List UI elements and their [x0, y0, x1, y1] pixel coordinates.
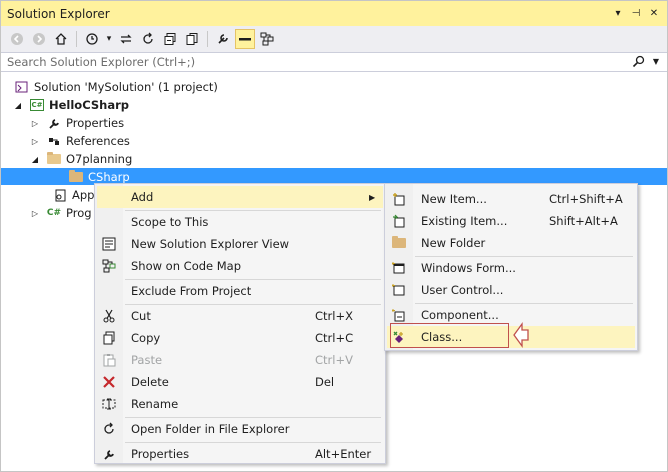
- menu-item-add[interactable]: Add ▶: [97, 186, 383, 208]
- properties-icon[interactable]: [213, 29, 233, 49]
- close-icon[interactable]: ✕: [647, 5, 661, 21]
- search-box: ▼: [1, 52, 667, 72]
- menu-item-new-item[interactable]: New Item... Ctrl+Shift+A: [387, 188, 635, 210]
- component-icon: [390, 306, 408, 324]
- tree-label: App: [72, 188, 95, 202]
- new-folder-icon: [390, 234, 408, 252]
- folder-open-icon: [46, 152, 62, 166]
- config-file-icon: [52, 188, 68, 202]
- back-icon[interactable]: [7, 29, 27, 49]
- menu-item-new-solution-explorer-view[interactable]: New Solution Explorer View: [97, 233, 383, 255]
- pin-icon[interactable]: ⊣: [629, 5, 643, 21]
- rename-icon: [100, 395, 118, 413]
- toolbar-separator: [207, 31, 208, 47]
- class-highlight-box: [390, 323, 509, 348]
- folder-icon: [68, 170, 84, 184]
- collapsed-arrow-icon[interactable]: ▷: [30, 119, 40, 128]
- tree-item-project[interactable]: ◢ C# HelloCSharp: [13, 96, 129, 114]
- search-icon[interactable]: [632, 55, 645, 71]
- sync-icon[interactable]: [116, 29, 136, 49]
- menu-item-existing-item[interactable]: Existing Item... Shift+Alt+A: [387, 210, 635, 232]
- paste-icon: [100, 351, 118, 369]
- collapsed-arrow-icon[interactable]: ▷: [30, 137, 40, 146]
- refresh-icon[interactable]: [138, 29, 158, 49]
- windows-form-icon: [390, 259, 408, 277]
- menu-item-cut[interactable]: Cut Ctrl+X: [97, 305, 383, 327]
- menu-item-user-control[interactable]: User Control...: [387, 279, 635, 301]
- preview-icon[interactable]: [235, 29, 255, 49]
- new-view-icon: [100, 235, 118, 253]
- expanded-arrow-icon[interactable]: ◢: [30, 155, 40, 164]
- menu-item-copy[interactable]: Copy Ctrl+C: [97, 327, 383, 349]
- open-folder-icon: [100, 420, 118, 438]
- show-all-files-icon[interactable]: [182, 29, 202, 49]
- existing-item-icon: [390, 212, 408, 230]
- menu-item-paste[interactable]: Paste Ctrl+V: [97, 349, 383, 371]
- chevron-down-icon[interactable]: ▾: [104, 29, 114, 49]
- tree-label: Properties: [66, 116, 125, 130]
- references-icon: [46, 134, 62, 148]
- csharp-file-icon: C#: [46, 208, 62, 218]
- tree-item-references[interactable]: ▷ References: [30, 132, 130, 150]
- menu-item-scope-to-this[interactable]: Scope to This: [97, 211, 383, 233]
- wrench-icon: [46, 116, 62, 130]
- class-diagram-icon[interactable]: [257, 29, 277, 49]
- menu-item-open-folder[interactable]: Open Folder in File Explorer: [97, 418, 383, 440]
- menu-item-properties[interactable]: Properties Alt+Enter: [97, 443, 383, 465]
- user-control-icon: [390, 281, 408, 299]
- tree-item-o7planning[interactable]: ◢ O7planning: [30, 150, 132, 168]
- search-options-icon[interactable]: ▼: [653, 57, 659, 66]
- search-input[interactable]: [7, 55, 627, 69]
- copy-icon: [100, 329, 118, 347]
- delete-icon: [100, 373, 118, 391]
- menu-item-delete[interactable]: Delete Del: [97, 371, 383, 393]
- tree-label: CSharp: [88, 170, 130, 184]
- menu-item-exclude-from-project[interactable]: Exclude From Project: [97, 280, 383, 302]
- code-map-icon: [100, 257, 118, 275]
- context-menu: Add ▶ Scope to This New Solution Explore…: [94, 183, 386, 464]
- menu-item-rename[interactable]: Rename: [97, 393, 383, 415]
- tree-item-properties[interactable]: ▷ Properties: [30, 114, 124, 132]
- tree-label: Prog: [66, 206, 92, 220]
- tree-item-app[interactable]: App: [52, 186, 94, 204]
- menu-item-show-on-code-map[interactable]: Show on Code Map: [97, 255, 383, 277]
- tree-label: HelloCSharp: [49, 98, 129, 112]
- tree-item-program[interactable]: ▷ C# Prog: [30, 204, 92, 222]
- wrench-icon: [100, 445, 118, 463]
- expanded-arrow-icon[interactable]: ◢: [13, 101, 23, 110]
- tree-label: Solution 'MySolution' (1 project): [34, 80, 218, 94]
- csharp-project-icon: C#: [30, 99, 44, 111]
- tree-item-solution[interactable]: Solution 'MySolution' (1 project): [14, 78, 218, 96]
- menu-item-windows-form[interactable]: Windows Form...: [387, 257, 635, 279]
- toolbar: ▾: [1, 26, 667, 52]
- toolbar-separator: [76, 31, 77, 47]
- dropdown-icon[interactable]: ▾: [611, 5, 625, 21]
- scissors-icon: [100, 307, 118, 325]
- solution-icon: [14, 80, 30, 94]
- tree-label: O7planning: [66, 152, 133, 166]
- title-bar: Solution Explorer ▾ ⊣ ✕: [1, 1, 667, 26]
- tree-label: References: [66, 134, 130, 148]
- submenu-arrow-icon: ▶: [369, 192, 376, 202]
- collapsed-arrow-icon[interactable]: ▷: [30, 209, 40, 218]
- collapse-icon[interactable]: [160, 29, 180, 49]
- history-icon[interactable]: [82, 29, 102, 49]
- callout-arrow-icon: [513, 322, 529, 348]
- window-title: Solution Explorer: [7, 6, 110, 21]
- menu-item-new-folder[interactable]: New Folder: [387, 232, 635, 254]
- home-icon[interactable]: [51, 29, 71, 49]
- forward-icon[interactable]: [29, 29, 49, 49]
- new-item-icon: [390, 190, 408, 208]
